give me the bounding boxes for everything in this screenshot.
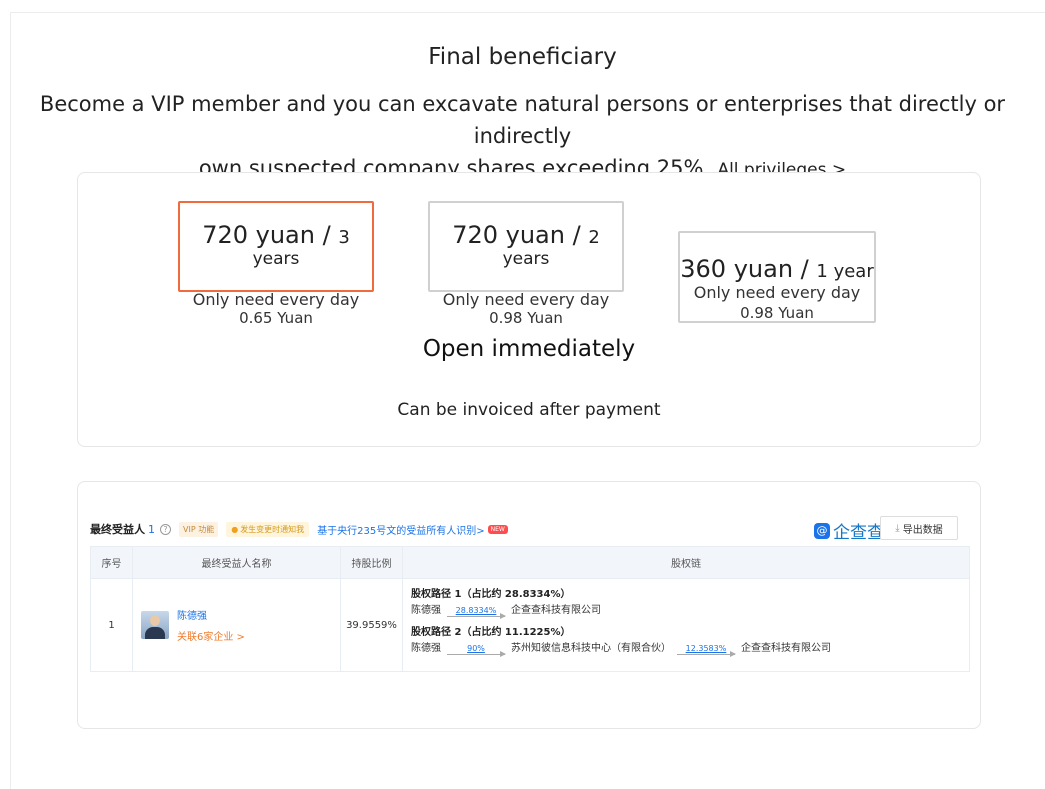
path1-arrow: 28.8334% — [447, 605, 506, 619]
notify-badge[interactable]: ● 发生变更时通知我 — [226, 521, 310, 537]
path2-pct2: 12.3583% — [685, 643, 727, 653]
beneficiary-person: 陈德强 关联6家企业 > — [133, 607, 340, 643]
path2-mid[interactable]: 苏州知彼信息科技中心（有限合伙） — [511, 641, 671, 657]
section-title: 最终受益人 — [90, 523, 145, 536]
plan-3-years[interactable]: 720 yuan / 3 years Only need every day 0… — [178, 201, 374, 327]
brand-name: 企查查 — [833, 523, 884, 543]
plan-term: years — [502, 249, 550, 269]
col-ratio: 持股比例 — [340, 546, 403, 579]
export-data-button[interactable]: ⤓ 导出数据 — [880, 516, 958, 540]
equity-chain: 股权路径 1（占比约 28.8334%） 陈德强 28.8334% 企查查科技有… — [402, 578, 970, 672]
path2-pct1: 90% — [467, 643, 485, 653]
download-icon: ⤓ — [895, 522, 900, 534]
plan-price: 720 yuan / — [202, 221, 339, 249]
path1-title: 股权路径 1（占比约 28.8334%） — [411, 589, 571, 600]
plan-unit: 2 — [588, 227, 600, 248]
vip-badge: VIP 功能 — [179, 521, 219, 537]
row-ratio: 39.9559% — [340, 578, 403, 672]
brand-logo: @ 企查查 — [814, 518, 884, 543]
plan-unit: 3 — [338, 227, 350, 248]
brand-mark-icon: @ — [814, 522, 830, 539]
path1-row: 陈德强 28.8334% 企查查科技有限公司 — [411, 603, 961, 619]
new-badge: NEW — [487, 524, 508, 534]
avatar — [141, 611, 169, 639]
plan-price: 720 yuan / — [452, 221, 589, 249]
plan-price: 360 yuan / — [680, 255, 817, 283]
invoice-note: Can be invoiced after payment — [397, 400, 661, 420]
path2-to[interactable]: 企查查科技有限公司 — [741, 641, 831, 657]
plan-daily-label: Only need every day — [442, 290, 610, 309]
help-icon[interactable]: ? — [160, 523, 171, 535]
path1-to[interactable]: 企查查科技有限公司 — [511, 603, 601, 619]
notify-label: 发生变更时通知我 — [240, 524, 305, 534]
col-name: 最终受益人名称 — [132, 546, 341, 579]
plan-2-years-box[interactable]: 720 yuan / 2 years — [428, 201, 624, 292]
identify-link[interactable]: 基于央行235号文的受益所有人识别> — [317, 522, 484, 537]
beneficiary-preview-card: 最终受益人 1 ? VIP 功能 ● 发生变更时通知我 基于央行235号文的受益所… — [77, 481, 981, 729]
path2-title: 股权路径 2（占比约 11.1225%） — [411, 627, 571, 638]
export-label: 导出数据 — [902, 524, 943, 536]
plan-per-day: 0.65 Yuan — [239, 309, 313, 327]
plans-card: 720 yuan / 3 years Only need every day 0… — [77, 172, 981, 447]
vip-description-line1: Become a VIP member and you can excavate… — [39, 92, 1006, 148]
path2-arrow1: 90% — [447, 643, 506, 657]
path1-pct: 28.8334% — [455, 605, 497, 615]
plan-per-day: 0.98 Yuan — [489, 309, 563, 327]
path2-row: 陈德强 90% 苏州知彼信息科技中心（有限合伙） 12.3583% 企查查科技有… — [411, 641, 961, 657]
plan-1-year[interactable]: 360 yuan / 1 year Only need every day 0.… — [678, 231, 876, 323]
path2-from[interactable]: 陈德强 — [411, 641, 441, 657]
path2-arrow2: 12.3583% — [677, 643, 736, 657]
open-immediately-button[interactable]: Open immediately — [78, 336, 980, 362]
beneficiary-toolbar: 最终受益人 1 ? VIP 功能 ● 发生变更时通知我 基于央行235号文的受益所… — [90, 516, 970, 543]
plan-term: years — [252, 249, 300, 269]
plan-3-years-box[interactable]: 720 yuan / 3 years — [178, 201, 374, 292]
related-companies-link[interactable]: 关联6家企业 > — [177, 628, 245, 643]
beneficiary-table: 序号 最终受益人名称 持股比例 股权链 1 陈德强 关联6家企业 > 39.95… — [90, 546, 970, 672]
plan-daily-label: Only need every day — [192, 290, 360, 309]
col-index: 序号 — [90, 546, 133, 579]
plan-daily-label: Only need every day — [693, 283, 861, 302]
plan-per-day: 0.98 Yuan — [740, 304, 814, 322]
page-title: Final beneficiary — [428, 44, 617, 70]
col-chain: 股权链 — [402, 546, 970, 579]
bell-icon: ● — [231, 524, 239, 534]
table-row: 1 陈德强 关联6家企业 > 39.9559% 股权路径 1（占比约 28.83… — [90, 578, 970, 672]
plan-2-years[interactable]: 720 yuan / 2 years Only need every day 0… — [428, 201, 624, 327]
row-index: 1 — [90, 578, 133, 672]
plan-unit: 1 year — [816, 261, 874, 282]
beneficiary-count: 1 — [148, 522, 155, 536]
beneficiary-name-link[interactable]: 陈德强 — [177, 607, 245, 622]
path1-from[interactable]: 陈德强 — [411, 603, 441, 619]
